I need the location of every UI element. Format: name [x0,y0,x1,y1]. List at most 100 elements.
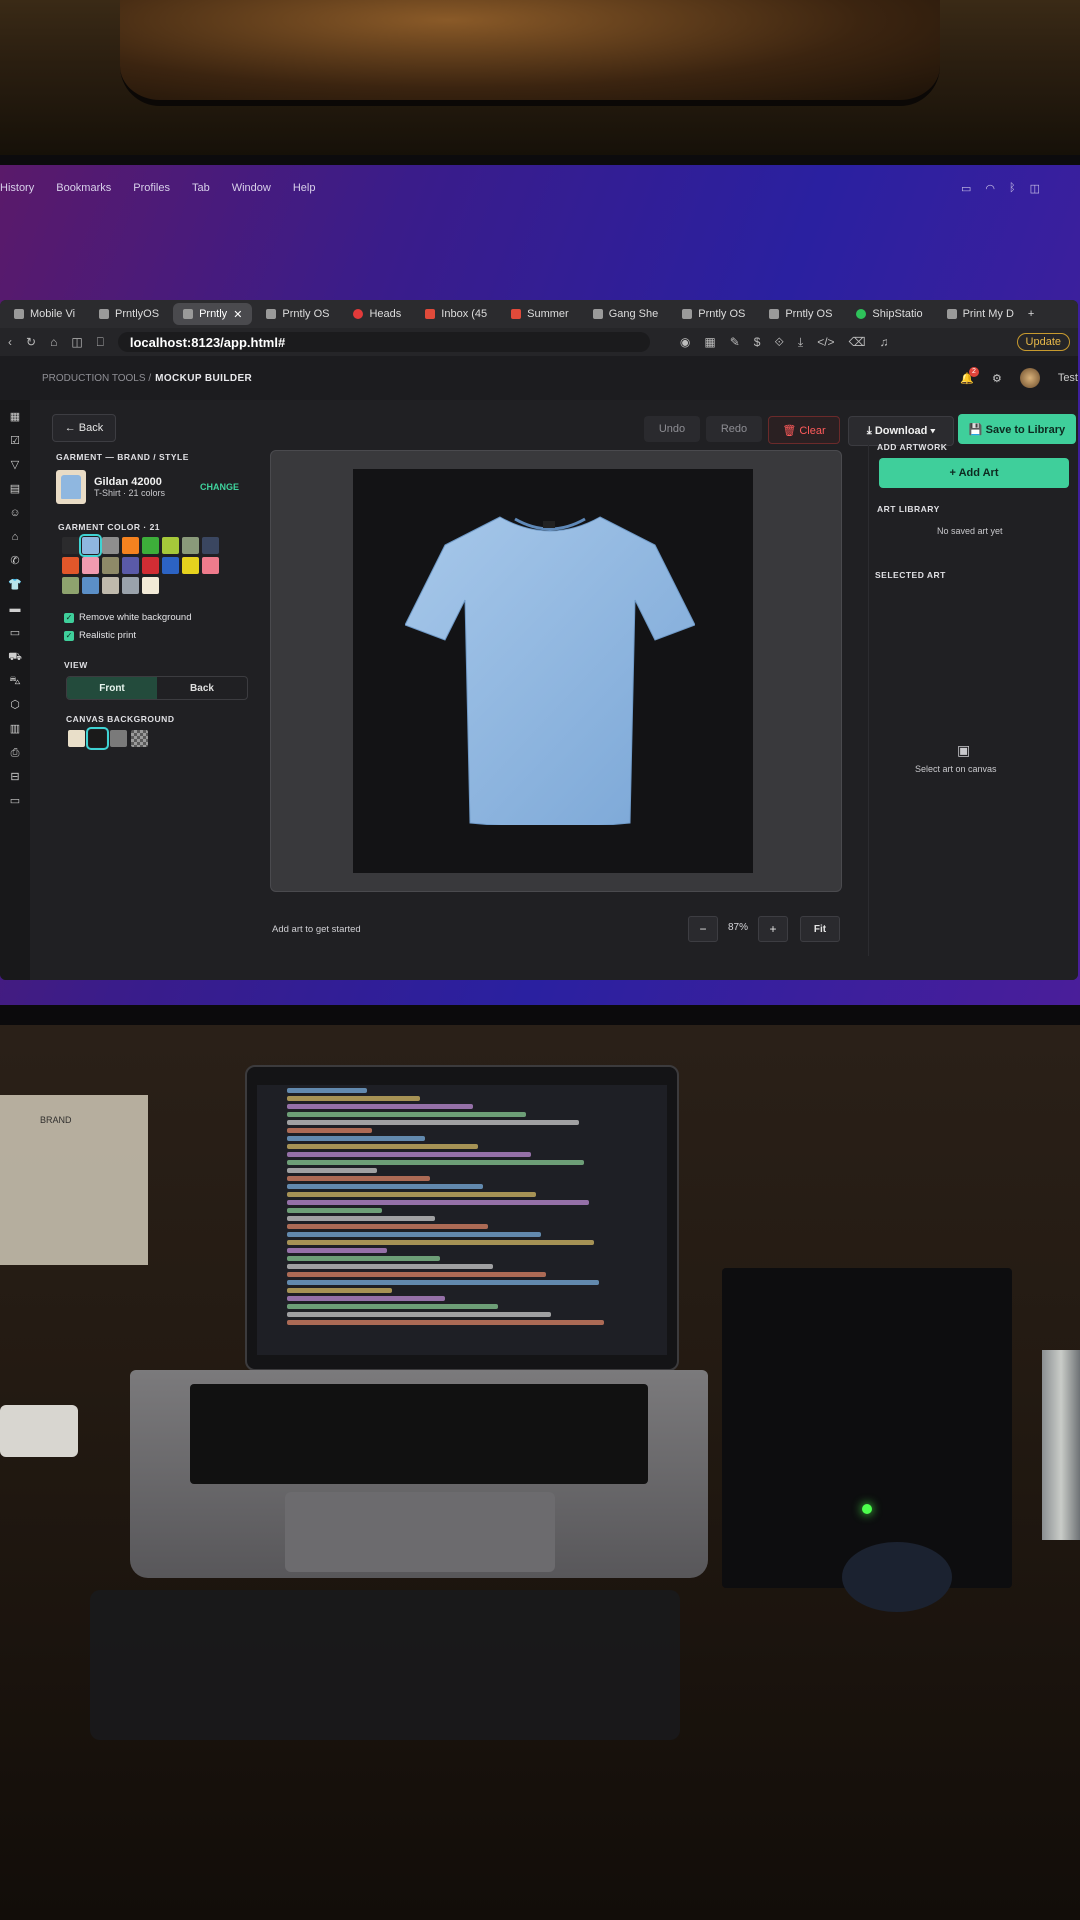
close-tab-icon[interactable]: ✕ [233,308,242,321]
wifi-icon[interactable]: ◠ [985,182,995,195]
back-arrow-icon[interactable]: ‹ [8,335,12,349]
extension-icon[interactable]: ✎ [730,335,740,350]
back-button[interactable]: ← Back [52,414,116,442]
add-art-button[interactable]: + Add Art [879,458,1069,488]
reload-icon[interactable]: ↻ [26,335,36,349]
home-icon[interactable]: ⌂ [50,335,57,349]
bg-swatch-transparent[interactable] [131,730,148,747]
screen-icon[interactable]: ▭ [8,794,22,808]
tab-prntly-os-1[interactable]: Prntly OS [256,303,339,325]
menu-item-bookmarks[interactable]: Bookmarks [56,182,111,194]
color-swatch[interactable] [82,557,99,574]
screen-icon[interactable]: ▭ [961,182,971,195]
building-icon[interactable]: ▤ [8,482,22,496]
color-swatch[interactable] [162,557,179,574]
tshirt-mockup[interactable] [405,505,695,825]
box-icon[interactable]: ⬡ [8,698,22,712]
redo-button[interactable]: Redo [706,416,762,442]
clear-button[interactable]: 🗑 Clear [768,416,840,444]
code-icon[interactable]: </> [817,335,834,350]
color-swatch[interactable] [142,537,159,554]
avatar[interactable] [1019,368,1040,388]
chart-icon[interactable]: ▥ [8,722,22,736]
checkbox-checked[interactable]: ✓ [64,612,74,623]
undo-button[interactable]: Undo [644,416,700,442]
extension-icon[interactable]: ◉ [680,335,690,350]
truck-icon[interactable]: ⛟ [8,650,22,664]
home-nav-icon[interactable]: ⌂ [8,530,22,544]
color-swatch[interactable] [102,537,119,554]
tab-summer[interactable]: Summer [501,303,579,325]
color-swatch[interactable] [142,577,159,594]
check-icon[interactable]: ☑ [8,434,22,448]
change-garment-button[interactable]: CHANGE [200,482,239,492]
tab-prntlyos[interactable]: PrntlyOS [89,303,169,325]
color-swatch[interactable] [162,537,179,554]
update-button[interactable]: Update [1016,333,1070,351]
menu-item-window[interactable]: Window [232,182,271,194]
tab-inbox[interactable]: Inbox (45 [415,303,497,325]
realistic-print-checkbox[interactable]: ✓ Realistic print [64,630,136,641]
extension-icon[interactable]: ▦ [704,335,715,350]
color-swatch[interactable] [62,577,79,594]
color-swatch[interactable] [122,557,139,574]
menu-item-help[interactable]: Help [293,182,316,194]
tab-gang-sheet[interactable]: Gang She [583,303,669,325]
tab-shipstation[interactable]: ShipStatio [846,303,932,325]
van-icon[interactable]: ⛍ [8,674,22,688]
notification-bell[interactable]: 🔔 2 [960,366,979,385]
folder-icon[interactable]: ▭ [8,626,22,640]
gear-icon[interactable]: ⚙ [992,372,1002,385]
control-center-icon[interactable]: ◫ [1030,182,1040,195]
zoom-out-button[interactable]: − [688,916,718,942]
tab-heads[interactable]: Heads [343,303,411,325]
color-swatch[interactable] [62,557,79,574]
color-swatch[interactable] [202,537,219,554]
printer-icon[interactable]: ⎙ [8,746,22,760]
tab-print-my-d[interactable]: Print My D [937,303,1024,325]
tab-prntly-os-2[interactable]: Prntly OS [672,303,755,325]
menu-item-history[interactable]: History [0,182,34,194]
color-swatch[interactable] [82,577,99,594]
shirt-nav-icon[interactable]: 👕 [8,578,22,592]
bg-swatch-cream[interactable] [68,730,85,747]
tab-mobile-view[interactable]: Mobile Vi [4,303,85,325]
music-icon[interactable]: ♫ [880,335,889,350]
bg-swatch-black[interactable] [86,727,109,750]
color-swatch[interactable] [122,577,139,594]
new-tab-icon[interactable]: + [1028,308,1034,320]
filter-icon[interactable]: ▽ [8,458,22,472]
color-swatch[interactable] [142,557,159,574]
extension-icon[interactable]: ⤓ [798,335,803,350]
color-swatch[interactable] [79,534,102,557]
checkbox-checked[interactable]: ✓ [64,630,74,641]
view-front-button[interactable]: Front [67,677,157,699]
bg-swatch-gray[interactable] [110,730,127,747]
extension-icon[interactable]: ⟐ [774,335,783,350]
inbox-icon[interactable]: ⊟ [8,770,22,784]
view-back-button[interactable]: Back [157,677,247,699]
extension-icon[interactable]: $ [754,335,761,350]
menu-item-profiles[interactable]: Profiles [133,182,170,194]
canvas-area[interactable] [353,469,753,873]
color-swatch[interactable] [182,537,199,554]
sidebar-icon[interactable]: ◫ [71,335,82,349]
tab-prntly-active[interactable]: Prntly ✕ [173,303,253,325]
grid-icon[interactable]: ▦ [8,410,22,424]
trash-icon[interactable]: ⌫ [849,335,866,350]
color-swatch[interactable] [182,557,199,574]
color-swatch[interactable] [202,557,219,574]
remove-white-checkbox[interactable]: ✓ Remove white background [64,612,191,623]
bookmark-icon[interactable]: ⎕ [97,335,104,350]
menu-item-tab[interactable]: Tab [192,182,210,194]
bluetooth-icon[interactable]: ᛒ [1009,182,1016,195]
color-swatch[interactable] [102,577,119,594]
breadcrumb-parent[interactable]: PRODUCTION TOOLS / [42,373,151,384]
color-swatch[interactable] [122,537,139,554]
url-field[interactable]: localhost:8123/app.html# [117,332,650,352]
mockup-canvas[interactable] [270,450,842,892]
phone-icon[interactable]: ✆ [8,554,22,568]
color-swatch[interactable] [62,537,79,554]
fit-button[interactable]: Fit [800,916,840,942]
zoom-in-button[interactable]: + [758,916,788,942]
